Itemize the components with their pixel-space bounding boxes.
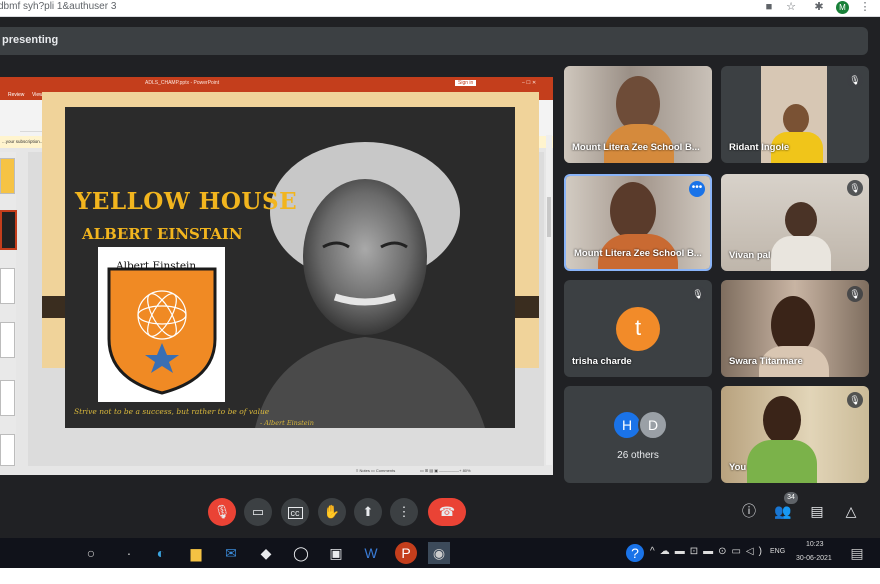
participant-name: Mount Litera Zee School B...	[574, 248, 702, 259]
participant-tile[interactable]: Mount Litera Zee School B...	[564, 66, 712, 163]
chat-icon: ▤	[810, 503, 824, 519]
camera-button[interactable]: ▭	[244, 498, 272, 526]
mic-off-icon: 🎙	[847, 180, 863, 196]
presenting-label: presenting	[2, 34, 59, 46]
more-button[interactable]: ⋮	[390, 498, 418, 526]
mic-off-icon: 🎙	[847, 72, 863, 88]
chrome-icon[interactable]: ◉	[428, 542, 450, 564]
participant-name: You	[729, 462, 747, 473]
camera-app-icon[interactable]: ▣	[325, 542, 347, 564]
more-options-icon[interactable]: •••	[689, 181, 705, 197]
participant-name: Mount Litera Zee School B...	[572, 142, 700, 153]
star-icon[interactable]: ☆	[784, 0, 798, 14]
info-button[interactable]: ⓘ	[738, 500, 760, 522]
language-indicator[interactable]: ENG	[770, 548, 785, 555]
raise-hand-icon: ✋	[323, 504, 341, 519]
word-icon[interactable]: W	[360, 542, 382, 564]
extensions-icon[interactable]: ✱	[812, 0, 826, 14]
info-icon: ⓘ	[742, 503, 756, 519]
bottom-strip	[0, 568, 880, 584]
end-call-icon: ☎	[438, 504, 456, 519]
participant-name: Ridant Ingole	[729, 142, 790, 153]
clock-date[interactable]: 30-06-2021	[796, 555, 832, 562]
participant-name: Vivan pal	[729, 250, 771, 261]
participant-tile[interactable]: 🎙 Swara Titarmare	[721, 280, 869, 377]
end-call-button[interactable]: ☎	[428, 498, 466, 526]
edge-icon[interactable]: ◐	[150, 542, 172, 564]
participant-name: trisha charde	[572, 356, 632, 367]
activities-icon: △	[845, 503, 857, 519]
browser-address-bar[interactable]	[0, 0, 880, 17]
raise-hand-button[interactable]: ✋	[318, 498, 346, 526]
participant-name: Swara Titarmare	[729, 356, 803, 367]
participant-tile-active[interactable]: ••• Mount Litera Zee School B...	[564, 174, 712, 271]
ppt-status-bar: ≡ Notes ▭ Comments ▭ ⊞ ▤ ▣ —————+ 80%	[0, 466, 553, 475]
ppt-title-bar: ADLS_CHAMP.pptx - PowerPoint Sign in – ☐…	[0, 77, 553, 90]
mic-off-icon: 🎙	[847, 392, 863, 408]
slide-quote: Strive not to be a success, but rather t…	[74, 407, 270, 416]
captions-icon: cc	[287, 507, 303, 519]
powerpoint-icon[interactable]: P	[395, 542, 417, 564]
app-icon[interactable]: ◯	[290, 542, 312, 564]
others-count: 26 others	[617, 450, 659, 461]
captions-button[interactable]: cc	[281, 498, 309, 526]
crest-shield	[107, 267, 217, 395]
participant-tile[interactable]: t 🎙 trisha charde	[564, 280, 712, 377]
profile-avatar[interactable]: M	[836, 1, 849, 14]
task-view-icon[interactable]: ·	[118, 542, 140, 564]
mail-icon[interactable]: ✉	[220, 542, 242, 564]
portrait-face	[303, 179, 427, 335]
mic-off-icon: 🎙	[690, 286, 706, 302]
more-icon: ⋮	[397, 504, 411, 519]
crest-name: Albert Einstein	[116, 260, 197, 272]
people-icon: 👥	[774, 503, 792, 519]
system-tray-icons[interactable]: ^☁▬⊡▬⊙▭◁)	[650, 546, 767, 557]
camera-icon[interactable]: ■	[762, 0, 776, 14]
participant-tile-self[interactable]: 🎙 You	[721, 386, 869, 483]
slide-title: YELLOW HOUSE	[75, 188, 298, 215]
participant-avatar: t	[616, 307, 660, 351]
slide-subtitle: ALBERT EINSTAIN	[82, 225, 243, 243]
chat-button[interactable]: ▤	[806, 500, 828, 522]
participant-avatar: D	[638, 410, 668, 440]
present-button[interactable]: ⬆	[354, 498, 382, 526]
camera-icon: ▭	[251, 504, 265, 519]
mic-off-button[interactable]: 🎙	[208, 498, 236, 526]
participant-tile[interactable]: 🎙 Ridant Ingole	[721, 66, 869, 163]
activities-button[interactable]: △	[840, 500, 862, 522]
menu-icon[interactable]: ⋮	[858, 0, 872, 14]
participant-tile[interactable]: 🎙 Vivan pal	[721, 174, 869, 271]
notifications-icon[interactable]: ▤	[846, 542, 868, 564]
presenting-bar	[0, 27, 868, 55]
slide-thumbnails	[0, 152, 17, 472]
present-icon: ⬆	[362, 504, 374, 519]
dropbox-icon[interactable]: ◆	[255, 542, 277, 564]
slide-attribution: - Albert Einstein	[260, 419, 314, 427]
help-icon[interactable]: ?	[626, 544, 644, 562]
clock-time[interactable]: 10:23	[806, 541, 824, 548]
address-url[interactable]: dbmf syh?pli 1&authuser 3	[0, 0, 116, 14]
participant-count-badge: 34	[784, 492, 798, 504]
mic-off-icon: 🎙	[213, 504, 231, 519]
file-explorer-icon[interactable]: ▆	[185, 542, 207, 564]
search-icon[interactable]: ○	[80, 542, 102, 564]
participant-tile-others[interactable]: H D 26 others	[564, 386, 712, 483]
mic-off-icon: 🎙	[847, 286, 863, 302]
